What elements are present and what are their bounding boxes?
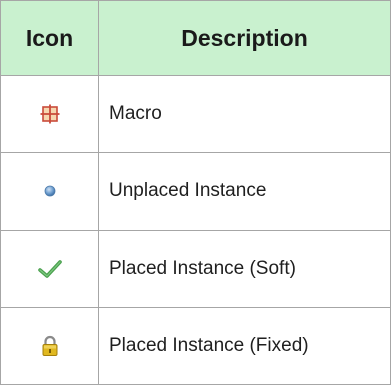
description-cell: Placed Instance (Fixed) (98, 306, 391, 385)
icon-cell (0, 152, 99, 231)
header-description: Description (98, 0, 391, 76)
icon-cell (0, 306, 99, 385)
table-header-row: Icon Description (0, 0, 391, 76)
unplaced-instance-dot-icon (43, 184, 57, 198)
header-icon: Icon (0, 0, 99, 76)
description-cell: Macro (98, 74, 391, 154)
icon-cell (0, 229, 99, 308)
description-cell: Placed Instance (Soft) (98, 229, 391, 308)
macro-grid-icon (40, 104, 60, 124)
icon-cell (0, 74, 99, 154)
padlock-icon (41, 335, 59, 357)
checkmark-icon (37, 259, 62, 279)
icon-legend-table: Icon Description Macro Unplaced Instance… (0, 0, 391, 385)
description-cell: Unplaced Instance (98, 152, 391, 231)
table-row: Macro (0, 74, 391, 154)
table-row: Unplaced Instance (0, 152, 391, 231)
table-row: Placed Instance (Fixed) (0, 306, 391, 385)
table-row: Placed Instance (Soft) (0, 229, 391, 308)
